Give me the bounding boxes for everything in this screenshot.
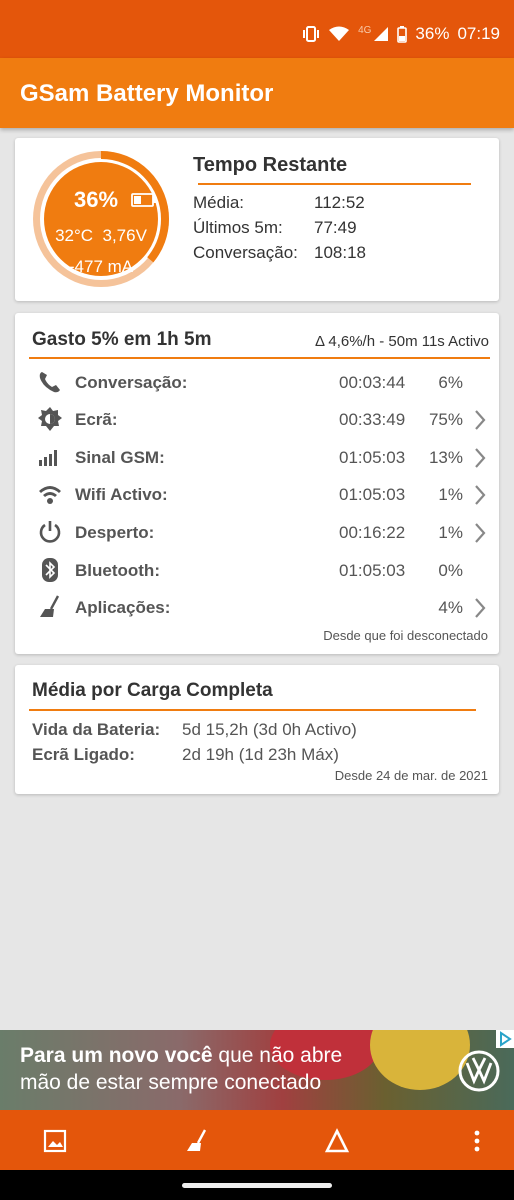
usage-label: Sinal GSM: — [75, 448, 165, 467]
current-draw: -477 mA — [68, 257, 134, 276]
usage-label: Ecrã: — [75, 410, 118, 429]
usage-percent: 6% — [438, 373, 463, 392]
app-title: GSam Battery Monitor — [20, 80, 274, 107]
vw-logo-icon — [458, 1050, 500, 1092]
phone-icon — [37, 369, 63, 395]
home-gesture-handle[interactable] — [182, 1183, 332, 1188]
broom-icon — [37, 594, 63, 620]
usage-percent: 75% — [428, 410, 463, 429]
delta-icon[interactable] — [324, 1128, 350, 1154]
battery-gauge[interactable]: 36% 32°C 3,76V -477 mA — [31, 149, 171, 289]
usage-title: Gasto 5% em 1h 5m — [32, 329, 212, 350]
usage-time: 01:05:03 — [339, 485, 406, 504]
usage-percent: 13% — [428, 448, 463, 467]
chevron-right-icon[interactable] — [473, 484, 487, 506]
image-icon[interactable] — [42, 1128, 68, 1154]
usage-percent: 0% — [438, 561, 463, 580]
divider — [29, 709, 476, 711]
usage-time: 01:05:03 — [339, 448, 406, 467]
system-nav-bar — [0, 1170, 514, 1200]
usage-label: Wifi Activo: — [75, 485, 168, 504]
wifi-icon — [37, 481, 63, 507]
usage-card[interactable]: Gasto 5% em 1h 5m Δ 4,6%/h - 50m 11s Act… — [15, 313, 499, 654]
battery-outline-icon — [131, 193, 157, 212]
battery-icon — [397, 25, 408, 43]
battery-percent: 36% — [74, 187, 119, 212]
network-type: 4G — [358, 24, 372, 36]
battery-summary-card[interactable]: 36% 32°C 3,76V -477 mA Tempo Restante Mé… — [15, 138, 499, 301]
bluetooth-icon — [37, 557, 63, 583]
usage-time: 01:05:03 — [339, 561, 406, 580]
full-charge-value: 5d 15,2h (3d 0h Activo) — [182, 720, 357, 739]
usage-row-ecra[interactable]: Ecrã: 00:33:49 75% — [15, 402, 499, 436]
ad-decoration — [370, 1030, 470, 1090]
wifi-icon — [328, 26, 350, 42]
broom-icon[interactable] — [184, 1128, 210, 1154]
brightness-icon — [37, 406, 63, 432]
usage-percent: 1% — [438, 485, 463, 504]
usage-row-desperto[interactable]: Desperto: 00:16:22 1% — [15, 515, 499, 549]
usage-label: Aplicações: — [75, 598, 171, 617]
ad-subline: mão de estar sempre conectado — [20, 1071, 322, 1094]
usage-delta: Δ 4,6%/h - 50m 11s Activo — [315, 333, 489, 350]
clock: 07:19 — [457, 24, 500, 43]
full-charge-label: Vida da Bateria: — [32, 720, 161, 739]
time-remaining-title: Tempo Restante — [193, 154, 348, 176]
usage-footer: Desde que foi desconectado — [323, 628, 488, 643]
bottom-toolbar — [0, 1110, 514, 1170]
usage-percent: 1% — [438, 523, 463, 542]
usage-label: Desperto: — [75, 523, 155, 542]
time-row-label: Últimos 5m: — [193, 218, 283, 237]
usage-row-conversacao: Conversação: 00:03:44 6% — [15, 365, 499, 399]
ad-headline-bold: Para um novo você — [20, 1044, 213, 1067]
more-vert-icon[interactable] — [464, 1128, 490, 1154]
temp-voltage: 32°C 3,76V — [55, 226, 147, 245]
time-row-label: Conversação: — [193, 243, 298, 262]
full-charge-footer: Desde 24 de mar. de 2021 — [334, 768, 488, 783]
usage-time: 00:33:49 — [339, 410, 406, 429]
usage-label: Conversação: — [75, 373, 188, 392]
usage-time: 00:16:22 — [339, 523, 406, 542]
full-charge-title: Média por Carga Completa — [32, 680, 273, 701]
divider — [198, 183, 471, 185]
ad-headline: Para um novo você que não abre — [20, 1044, 342, 1068]
app-bar: GSam Battery Monitor — [0, 58, 514, 128]
status-icons: 4G 36% 07:19 — [302, 24, 500, 44]
usage-row-bluetooth: Bluetooth: 01:05:03 0% — [15, 553, 499, 587]
full-charge-card[interactable]: Média por Carga Completa Vida da Bateria… — [15, 665, 499, 794]
battery-text: 36% — [415, 24, 450, 43]
time-row-value: 77:49 — [314, 218, 357, 237]
ad-banner[interactable]: Para um novo você que não abre mão de es… — [0, 1030, 514, 1110]
time-row-label: Média: — [193, 193, 245, 212]
adchoices-icon[interactable] — [496, 1030, 514, 1048]
time-row-value: 112:52 — [314, 193, 365, 212]
usage-time: 00:03:44 — [339, 373, 406, 392]
chevron-right-icon[interactable] — [473, 597, 487, 619]
usage-label: Bluetooth: — [75, 561, 160, 580]
cell-signal-icon — [373, 26, 389, 42]
usage-row-aplicacoes[interactable]: Aplicações: 4% — [15, 590, 499, 624]
chevron-right-icon[interactable] — [473, 522, 487, 544]
full-charge-label: Ecrã Ligado: — [32, 745, 135, 764]
power-icon — [37, 519, 63, 545]
usage-row-sinal-gsm[interactable]: Sinal GSM: 01:05:03 13% — [15, 440, 499, 474]
time-row-value: 108:18 — [314, 243, 366, 262]
ad-headline-rest: que não abre — [212, 1044, 343, 1067]
chevron-right-icon[interactable] — [473, 409, 487, 431]
chevron-right-icon[interactable] — [473, 447, 487, 469]
full-charge-value: 2d 19h (1d 23h Máx) — [182, 745, 339, 764]
divider — [29, 357, 490, 359]
signal-bars-icon — [37, 444, 63, 470]
vibrate-icon — [302, 26, 320, 42]
usage-row-wifi[interactable]: Wifi Activo: 01:05:03 1% — [15, 477, 499, 511]
usage-percent: 4% — [438, 598, 463, 617]
status-bar: 4G 36% 07:19 — [0, 0, 514, 58]
